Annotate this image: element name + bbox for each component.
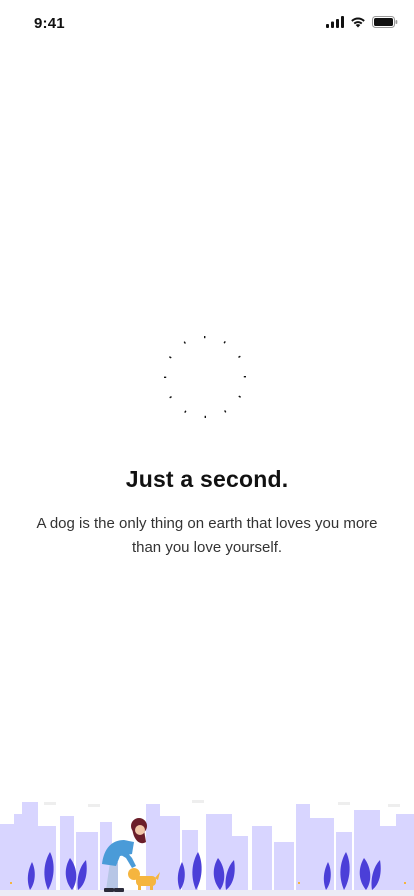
- loading-title: Just a second.: [125, 466, 289, 492]
- city-skyline: [0, 802, 414, 896]
- status-icons: [326, 15, 398, 29]
- wifi-icon: [350, 16, 366, 28]
- cellular-signal-icon: [326, 16, 344, 28]
- status-bar: 9:41: [0, 0, 414, 44]
- battery-icon: [372, 16, 398, 28]
- loading-quote: A dog is the only thing on earth that lo…: [36, 515, 378, 556]
- person-walking-dog-illustration: [0, 796, 414, 896]
- loading-spinner: [164, 336, 246, 418]
- status-time: 9:41: [34, 15, 65, 32]
